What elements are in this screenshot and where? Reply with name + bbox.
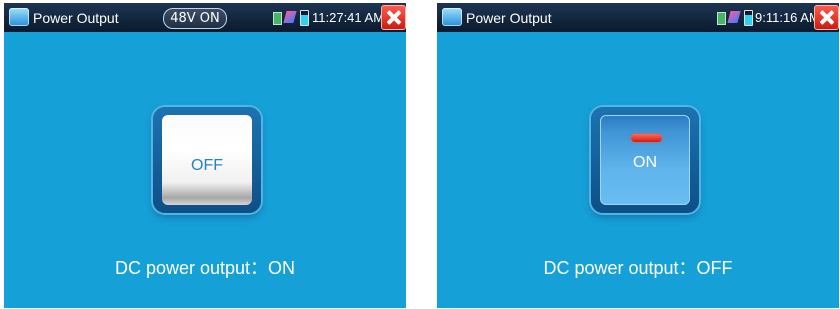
network-icon [727, 11, 741, 23]
switch-label: ON [633, 154, 657, 171]
network-icon [283, 11, 297, 23]
battery-icon [300, 10, 309, 26]
switch-label: OFF [191, 157, 223, 174]
power-output-screen-left: Power Output 48V ON 11:27:41 AM OFF DC p… [4, 3, 406, 308]
power-switch-frame: OFF [153, 107, 261, 213]
power-output-screen-right: Power Output 9:11:16 AM ON DC power outp… [437, 3, 839, 308]
app-icon [442, 8, 462, 26]
sd-card-icon [717, 12, 726, 25]
app-title: Power Output [33, 10, 119, 26]
clock: 11:27:41 AM [312, 10, 385, 25]
dc-power-status: DC power output：ON [114, 258, 296, 278]
power-switch-frame: ON [591, 107, 699, 213]
app-title: Power Output [466, 10, 552, 26]
app-icon [9, 8, 29, 26]
dc-power-status: DC power output：OFF [543, 258, 733, 278]
title-bar: Power Output 9:11:16 AM [437, 3, 839, 32]
status-area: 11:27:41 AM [216, 3, 406, 32]
power-toggle-switch[interactable]: OFF [162, 115, 252, 205]
sd-card-icon [273, 12, 282, 25]
title-bar: Power Output 48V ON 11:27:41 AM [4, 3, 406, 32]
indicator-led-icon [631, 134, 662, 142]
battery-icon [744, 10, 753, 26]
close-button[interactable] [814, 5, 839, 30]
clock: 9:11:16 AM [755, 10, 820, 25]
close-button[interactable] [381, 5, 406, 30]
status-area: 9:11:16 AM [661, 3, 839, 32]
power-toggle-switch[interactable]: ON [600, 115, 690, 205]
